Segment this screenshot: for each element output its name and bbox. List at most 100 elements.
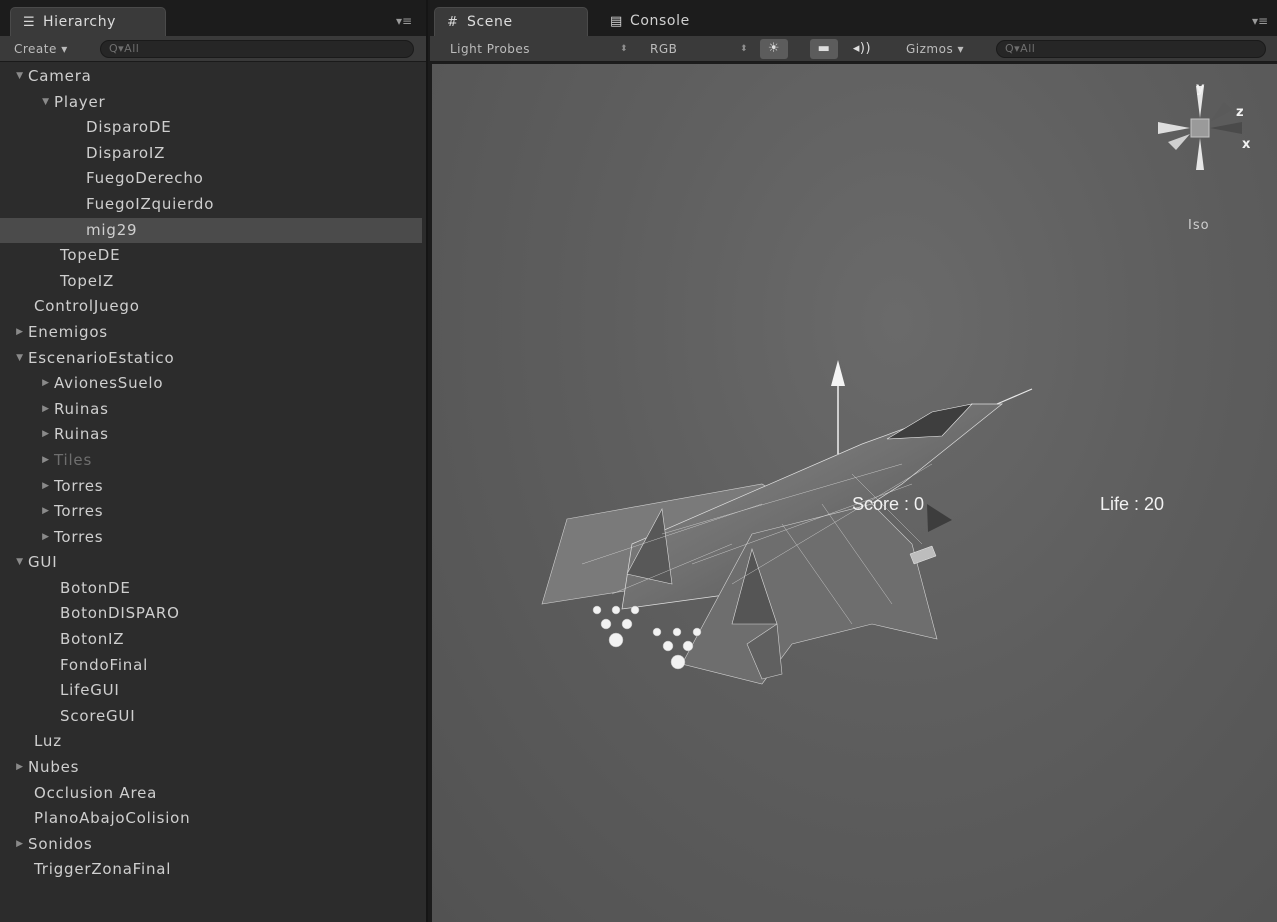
hud-life: Life : 20 — [1100, 494, 1165, 514]
hierarchy-item[interactable]: ▶ Torres — [0, 525, 426, 551]
hierarchy-tabbar: ☰ Hierarchy ▾≡ — [0, 0, 426, 37]
hierarchy-item-label: ScoreGUI — [60, 706, 136, 725]
tab-scene-label: Scene — [467, 14, 513, 30]
hierarchy-item[interactable]: ▶ Torres — [0, 499, 426, 525]
image-icon: ▬ — [817, 41, 831, 56]
hierarchy-item[interactable]: ▶ Tiles — [0, 448, 426, 474]
render-mode-arrows-icon: ⬍ — [620, 44, 629, 54]
aircraft-model[interactable] — [432, 64, 1277, 922]
sun-icon: ☀ — [767, 41, 781, 56]
collapsed-arrow-icon[interactable]: ▶ — [40, 422, 52, 448]
hierarchy-item-label: TopeDE — [60, 246, 121, 265]
collapsed-arrow-icon[interactable]: ▶ — [40, 525, 52, 551]
collapsed-arrow-icon[interactable]: ▶ — [40, 474, 52, 500]
hierarchy-item[interactable]: LifeGUI — [0, 678, 426, 704]
hierarchy-item[interactable]: FondoFinal — [0, 653, 426, 679]
gizmo-center-cube[interactable] — [1190, 118, 1210, 138]
projection-label[interactable]: Iso — [1188, 218, 1210, 233]
tab-hierarchy[interactable]: ☰ Hierarchy — [10, 7, 166, 37]
gizmo-y-label: y — [1196, 81, 1205, 96]
hierarchy-item-label: TriggerZonaFinal — [34, 860, 172, 879]
gizmo-neg-x-cone[interactable] — [1158, 122, 1190, 134]
hierarchy-item[interactable]: ▼ Player — [0, 90, 426, 116]
hierarchy-item[interactable]: ScoreGUI — [0, 704, 426, 730]
grid-icon: # — [447, 15, 459, 30]
color-mode-arrows-icon: ⬍ — [740, 44, 749, 54]
expanded-arrow-icon[interactable]: ▼ — [14, 64, 26, 90]
gizmo-x-label: x — [1242, 137, 1250, 152]
scene-panel-menu-icon[interactable]: ▾≡ — [1250, 14, 1270, 28]
collapsed-arrow-icon[interactable]: ▶ — [40, 499, 52, 525]
hierarchy-item[interactable]: ▶ Ruinas — [0, 422, 426, 448]
scene-tabbar: # Scene ▤ Console ▾≡ — [430, 0, 1277, 37]
hierarchy-item[interactable]: Occlusion Area — [0, 781, 426, 807]
gizmo-x-cone[interactable] — [1210, 122, 1242, 134]
hierarchy-item-label: GUI — [28, 553, 58, 572]
hierarchy-item[interactable]: DisparoDE — [0, 115, 426, 141]
hierarchy-item[interactable]: ▶ Enemigos — [0, 320, 426, 346]
expanded-arrow-icon[interactable]: ▼ — [14, 346, 26, 372]
hierarchy-item-label: BotonDISPARO — [60, 604, 180, 623]
hierarchy-search-input[interactable]: Q▾All — [100, 40, 414, 58]
hierarchy-item-label: Ruinas — [54, 425, 109, 444]
hierarchy-item-label: BotonDE — [60, 578, 131, 597]
collapsed-arrow-icon[interactable]: ▶ — [40, 397, 52, 423]
hierarchy-item-label: EscenarioEstatico — [28, 348, 175, 367]
hierarchy-item[interactable]: ▶ Sonidos — [0, 832, 426, 858]
hierarchy-item[interactable]: ▼ GUI — [0, 550, 426, 576]
effects-toggle[interactable]: ▬ — [810, 39, 838, 59]
hierarchy-item[interactable]: ▶ Nubes — [0, 755, 426, 781]
hierarchy-item[interactable]: BotonDE — [0, 576, 426, 602]
collapsed-arrow-icon[interactable]: ▶ — [14, 320, 26, 346]
scene-viewport[interactable]: y z x Iso Score : 0 Life : 20 — [432, 64, 1277, 922]
hierarchy-item[interactable]: DisparoIZ — [0, 141, 426, 167]
gizmos-dropdown[interactable]: Gizmos ▾ — [906, 41, 964, 58]
hierarchy-item[interactable]: BotonDISPARO — [0, 601, 426, 627]
scene-search-input[interactable]: Q▾All — [996, 40, 1266, 58]
hierarchy-item[interactable]: ▶ AvionesSuelo — [0, 371, 426, 397]
hierarchy-item[interactable]: TopeIZ — [0, 269, 426, 295]
audio-toggle[interactable]: ◂)) — [848, 39, 876, 59]
hierarchy-item-label: FondoFinal — [60, 655, 149, 674]
hierarchy-item[interactable]: PlanoAbajoColision — [0, 806, 426, 832]
hierarchy-item[interactable]: FuegoDerecho — [0, 166, 426, 192]
hierarchy-item[interactable]: BotonIZ — [0, 627, 426, 653]
hierarchy-item[interactable]: ▼ EscenarioEstatico — [0, 346, 426, 372]
collapsed-arrow-icon[interactable]: ▶ — [40, 371, 52, 397]
hierarchy-item[interactable]: mig29 — [0, 217, 422, 244]
lighting-toggle[interactable]: ☀ — [760, 39, 788, 59]
hierarchy-item[interactable]: TriggerZonaFinal — [0, 857, 426, 883]
collapsed-arrow-icon[interactable]: ▶ — [14, 832, 26, 858]
gizmo-neg-y-cone[interactable] — [1196, 138, 1204, 170]
render-mode-dropdown[interactable]: Light Probes — [450, 41, 530, 58]
hierarchy-item-label: Player — [54, 92, 106, 111]
hierarchy-panel: ☰ Hierarchy ▾≡ Create ▾ Q▾All ▼ Camera ▼ Pla… — [0, 0, 428, 922]
tab-console-label: Console — [630, 13, 690, 29]
expanded-arrow-icon[interactable]: ▼ — [40, 90, 52, 116]
create-dropdown[interactable]: Create ▾ — [14, 41, 68, 58]
gizmo-neg-z-cone[interactable] — [1168, 134, 1190, 150]
hierarchy-item-label: Tiles — [54, 450, 93, 469]
hierarchy-item[interactable]: ▶ Torres — [0, 474, 426, 500]
collapsed-arrow-icon[interactable]: ▶ — [14, 755, 26, 781]
hierarchy-item[interactable]: FuegoIZquierdo — [0, 192, 426, 218]
hierarchy-item-label: BotonIZ — [60, 630, 125, 649]
hierarchy-item-label: FuegoDerecho — [86, 169, 204, 188]
hierarchy-item[interactable]: Luz — [0, 729, 426, 755]
expanded-arrow-icon[interactable]: ▼ — [14, 550, 26, 576]
render-mode-label: Light Probes — [450, 42, 531, 56]
hierarchy-item[interactable]: ▶ Ruinas — [0, 397, 426, 423]
color-mode-dropdown[interactable]: RGB — [650, 41, 677, 58]
hierarchy-item-label: Torres — [54, 527, 104, 546]
hierarchy-toolbar: Create ▾ Q▾All — [0, 36, 426, 62]
hierarchy-item-label: Torres — [54, 476, 104, 495]
gizmo-z-cone[interactable] — [1210, 102, 1232, 122]
hierarchy-item[interactable]: TopeDE — [0, 243, 426, 269]
hierarchy-item[interactable]: ▼ Camera — [0, 64, 426, 90]
hierarchy-item[interactable]: ControlJuego — [0, 294, 426, 320]
tab-scene[interactable]: # Scene — [434, 7, 588, 37]
panel-menu-icon[interactable]: ▾≡ — [394, 14, 414, 28]
tab-console[interactable]: ▤ Console — [598, 7, 738, 37]
collapsed-arrow-icon[interactable]: ▶ — [40, 448, 52, 474]
orientation-gizmo[interactable]: y z x — [1150, 78, 1250, 178]
